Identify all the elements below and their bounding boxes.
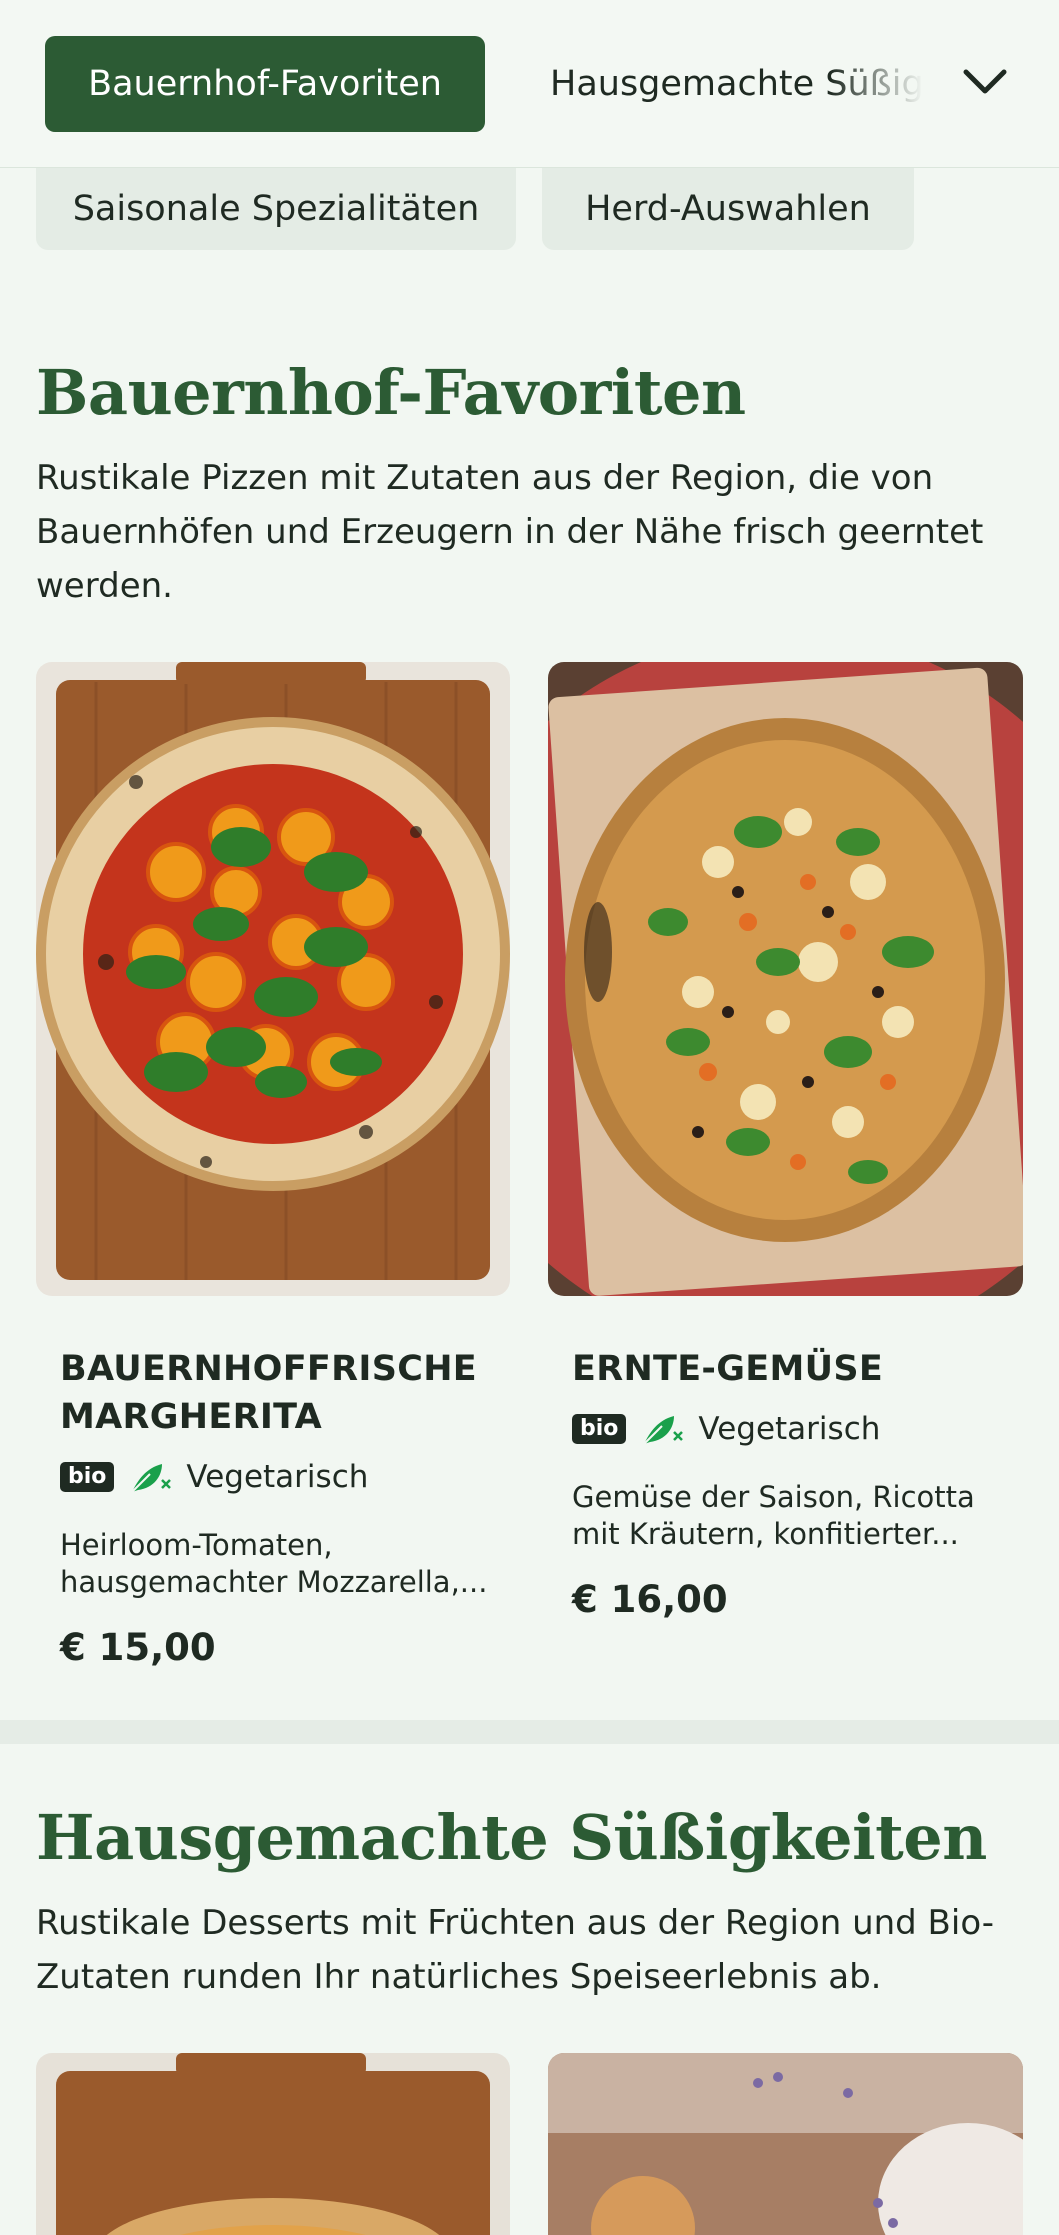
vegetarian-leaf-icon [643, 1416, 684, 1445]
category-tab-next[interactable]: Hausgemachte Süßigkeiten [550, 36, 940, 132]
product-title[interactable]: BAUERNHOFFRISCHE MARGHERITA [60, 1345, 490, 1441]
chevron-down-icon[interactable] [960, 62, 1010, 102]
section-title: Hausgemachte Süßigkeiten [36, 1801, 987, 1874]
bio-badge: bio [572, 1414, 627, 1444]
product-image-margherita[interactable] [36, 662, 510, 1296]
vegetarian-leaf-icon [131, 1464, 172, 1493]
fade-overlay [830, 36, 940, 132]
category-tab-saisonale[interactable]: Saisonale Spezialitäten [36, 168, 516, 250]
menu-page: Saisonale Spezialitäten Herd-Auswahlen B… [0, 0, 1059, 2235]
section-title: Bauernhof-Favoriten [36, 356, 746, 429]
product-image-dessert-1[interactable] [36, 2053, 510, 2235]
category-tab-label: Herd-Auswahlen [585, 189, 871, 229]
section-description: Rustikale Pizzen mit Zutaten aus der Reg… [36, 458, 984, 606]
section-divider [0, 1720, 1059, 1744]
product-title[interactable]: ERNTE-GEMÜSE [572, 1345, 1002, 1393]
bio-badge: bio [60, 1462, 115, 1492]
product-image-dessert-2[interactable] [548, 2053, 1023, 2235]
product-image-ernte[interactable] [548, 662, 1023, 1296]
product-description: Gemüse der Saison, Ricotta mit Kräutern,… [572, 1480, 975, 1551]
category-bar: Bauernhof-Favoriten Hausgemachte Süßigke… [0, 0, 1059, 168]
diet-label: Vegetarisch [698, 1411, 881, 1447]
product-description: Heirloom-Tomaten, hausgemachter Mozzarel… [60, 1528, 488, 1599]
product-tags: bio Vegetarisch [60, 1457, 368, 1497]
section-description: Rustikale Desserts mit Früchten aus der … [36, 1903, 995, 1997]
product-price: € 16,00 [572, 1578, 728, 1621]
category-tab-active[interactable]: Bauernhof-Favoriten [45, 36, 485, 132]
product-price: € 15,00 [60, 1626, 216, 1669]
category-tab-herd[interactable]: Herd-Auswahlen [542, 168, 914, 250]
diet-label: Vegetarisch [186, 1459, 369, 1495]
product-tags: bio Vegetarisch [572, 1409, 880, 1449]
category-tab-label: Saisonale Spezialitäten [72, 189, 480, 229]
category-tab-label: Bauernhof-Favoriten [88, 64, 442, 104]
